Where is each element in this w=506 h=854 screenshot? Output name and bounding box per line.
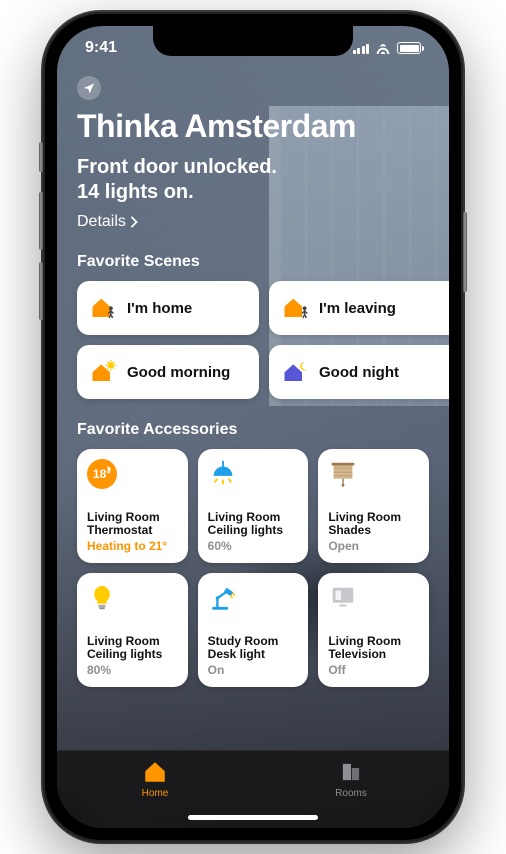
status-time: 9:41: [85, 39, 117, 57]
volume-down-button: [39, 262, 43, 320]
tab-label: Home: [142, 788, 169, 799]
scene-im-leaving[interactable]: I'm leaving: [269, 281, 449, 335]
scenes-grid: I'm home I'm leaving: [77, 281, 449, 399]
details-label: Details: [77, 213, 126, 231]
rooms-icon: [338, 759, 364, 785]
accessory-status: Heating to 21°: [87, 539, 178, 553]
home-indicator[interactable]: [188, 815, 318, 820]
location-icon[interactable]: [77, 76, 101, 100]
thermostat-icon: 18°: [87, 459, 178, 493]
accessory-name: Television: [328, 648, 419, 661]
accessory-name: Desk light: [208, 648, 299, 661]
scenes-header: Favorite Scenes: [77, 253, 429, 271]
ceiling-light-icon: [208, 459, 299, 493]
phone-frame: 9:41 Thinka Amsterdam Front door unlocke…: [43, 12, 463, 842]
scene-label: I'm home: [127, 300, 192, 317]
accessory-name: Ceiling lights: [208, 524, 299, 537]
accessory-name: Shades: [328, 524, 419, 537]
accessory-status: 60%: [208, 539, 299, 553]
status-line-2: 14 lights on.: [77, 181, 194, 203]
desk-lamp-icon: [208, 583, 299, 617]
home-name: Thinka Amsterdam: [77, 108, 429, 145]
accessory-name: Thermostat: [87, 524, 178, 537]
notch: [153, 26, 353, 56]
accessory-shades[interactable]: Living Room Shades Open: [318, 449, 429, 563]
accessory-television[interactable]: Living Room Television Off: [318, 573, 429, 687]
tab-label: Rooms: [335, 788, 367, 799]
accessory-status: Open: [328, 539, 419, 553]
house-moon-icon: [281, 360, 309, 384]
accessories-grid: 18° Living Room Thermostat Heating to 21…: [77, 449, 429, 687]
accessories-header: Favorite Accessories: [77, 421, 429, 439]
main-content: Thinka Amsterdam Front door unlocked. 14…: [57, 70, 449, 764]
television-icon: [328, 583, 419, 617]
scene-label: Good night: [319, 364, 399, 381]
scene-good-night[interactable]: Good night: [269, 345, 449, 399]
scene-label: Good morning: [127, 364, 230, 381]
house-person-leave-icon: [281, 296, 309, 320]
accessory-room: Living Room: [208, 511, 299, 524]
house-sun-icon: [89, 360, 117, 384]
accessory-name: Ceiling lights: [87, 648, 178, 661]
house-person-arrive-icon: [89, 296, 117, 320]
status-icons: [353, 42, 422, 54]
accessory-thermostat[interactable]: 18° Living Room Thermostat Heating to 21…: [77, 449, 188, 563]
screen: 9:41 Thinka Amsterdam Front door unlocke…: [57, 26, 449, 828]
scene-label: I'm leaving: [319, 300, 396, 317]
accessory-room: Study Room: [208, 635, 299, 648]
accessory-status: Off: [328, 663, 419, 677]
battery-icon: [397, 42, 421, 54]
chevron-right-icon: [130, 216, 138, 228]
accessory-room: Living Room: [87, 635, 178, 648]
home-status: Front door unlocked. 14 lights on.: [77, 155, 429, 205]
accessory-ceiling-lights-2[interactable]: Living Room Ceiling lights 80%: [77, 573, 188, 687]
accessory-room: Living Room: [328, 511, 419, 524]
power-button: [463, 212, 467, 292]
shades-icon: [328, 459, 419, 493]
bulb-icon: [87, 583, 178, 617]
accessory-status: On: [208, 663, 299, 677]
ringer-switch: [39, 142, 43, 172]
thermostat-readout: 18°: [87, 459, 117, 489]
accessory-desk-light[interactable]: Study Room Desk light On: [198, 573, 309, 687]
scene-im-home[interactable]: I'm home: [77, 281, 259, 335]
home-icon: [142, 759, 168, 785]
accessory-ceiling-lights-1[interactable]: Living Room Ceiling lights 60%: [198, 449, 309, 563]
accessory-status: 80%: [87, 663, 178, 677]
wifi-icon: [375, 42, 391, 54]
cellular-icon: [353, 42, 370, 54]
accessory-room: Living Room: [87, 511, 178, 524]
volume-up-button: [39, 192, 43, 250]
accessory-room: Living Room: [328, 635, 419, 648]
status-line-1: Front door unlocked.: [77, 156, 277, 178]
details-link[interactable]: Details: [77, 213, 138, 231]
scene-good-morning[interactable]: Good morning: [77, 345, 259, 399]
